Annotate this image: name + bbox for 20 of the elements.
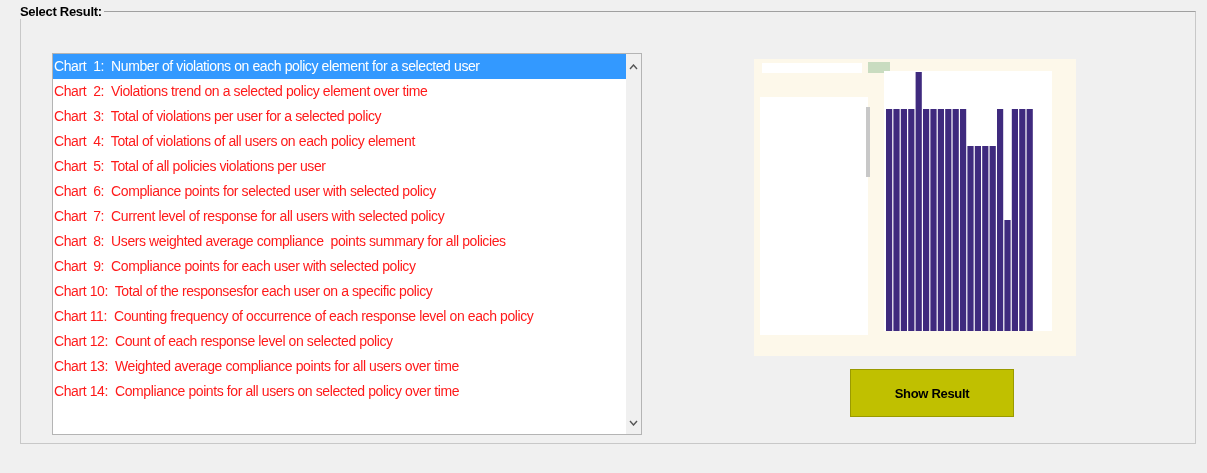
- list-item[interactable]: Chart 11: Counting frequency of occurrence of each response level on each policy: [53, 304, 626, 329]
- list-item[interactable]: Chart 8: Users weighted average compliance points summary for all policies: [53, 229, 626, 254]
- scroll-down-icon[interactable]: [629, 420, 638, 426]
- list-item[interactable]: Chart 3: Total of violations per user for a selected policy: [53, 104, 626, 129]
- scrollbar[interactable]: [626, 54, 641, 434]
- list-item[interactable]: Chart 1: Number of violations on each policy element for a selected user: [53, 54, 626, 79]
- chart-list[interactable]: [52, 53, 642, 435]
- list-item[interactable]: Chart 9: Compliance points for each user with selected policy: [53, 254, 626, 279]
- list-item[interactable]: Chart 6: Compliance points for selected user with selected policy: [53, 179, 626, 204]
- group-title: Select Result:: [19, 4, 103, 19]
- list-item[interactable]: Chart 13: Weighted average compliance points for all users over time: [53, 354, 626, 379]
- list-item[interactable]: Chart 5: Total of all policies violations per user: [53, 154, 626, 179]
- show-result-button[interactable]: Show Result: [850, 369, 1014, 417]
- list-item[interactable]: Chart 4: Total of violations of all users on each policy element: [53, 129, 626, 154]
- scroll-up-icon[interactable]: [629, 64, 638, 70]
- list-item[interactable]: Chart 7: Current level of response for all users with selected policy: [53, 204, 626, 229]
- list-item[interactable]: Chart 10: Total of the responsesfor each user on a specific policy: [53, 279, 626, 304]
- list-item[interactable]: Chart 12: Count of each response level on selected policy: [53, 329, 626, 354]
- list-item[interactable]: Chart 2: Violations trend on a selected policy element over time: [53, 79, 626, 104]
- list-item[interactable]: Chart 14: Compliance points for all users on selected policy over time: [53, 379, 626, 404]
